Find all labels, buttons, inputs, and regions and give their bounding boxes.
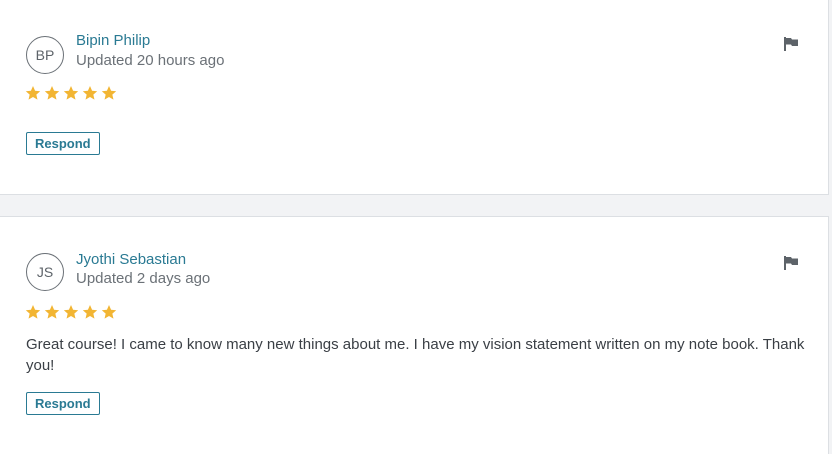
flag-icon[interactable]	[783, 37, 799, 51]
review-card: BP Bipin Philip Updated 20 hours ago Res…	[0, 0, 829, 195]
review-card: JS Jyothi Sebastian Updated 2 days ago G…	[0, 216, 829, 454]
star-icon	[82, 305, 98, 319]
reviewer-name[interactable]: Jyothi Sebastian	[76, 251, 186, 268]
star-icon	[101, 86, 117, 100]
avatar: JS	[26, 253, 64, 291]
star-icon	[101, 305, 117, 319]
review-updated-time: Updated 2 days ago	[76, 270, 211, 287]
star-icon	[63, 86, 79, 100]
review-text: Great course! I came to know many new th…	[26, 336, 805, 374]
respond-button[interactable]: Respond	[26, 392, 100, 415]
star-icon	[44, 86, 60, 100]
star-icon	[63, 305, 79, 319]
review-updated-time: Updated 20 hours ago	[76, 52, 225, 69]
respond-button[interactable]: Respond	[26, 132, 100, 155]
star-icon	[44, 305, 60, 319]
star-rating	[25, 85, 117, 101]
star-icon	[25, 86, 41, 100]
star-icon	[82, 86, 98, 100]
avatar: BP	[26, 36, 64, 74]
star-rating	[25, 304, 117, 320]
flag-icon[interactable]	[783, 256, 799, 270]
reviewer-name[interactable]: Bipin Philip	[76, 32, 150, 49]
star-icon	[25, 305, 41, 319]
